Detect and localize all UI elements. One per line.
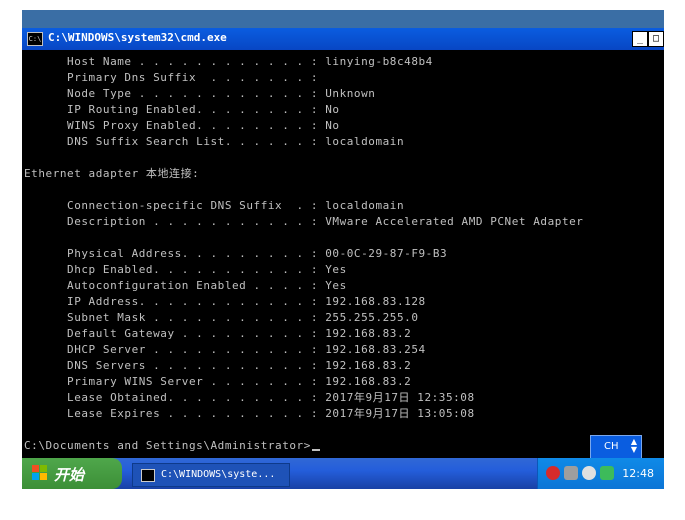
console-line: Physical Address. . . . . . . . . : 00-0… (24, 247, 448, 260)
text-cursor (311, 449, 320, 451)
security-icon[interactable] (546, 466, 560, 480)
window-title: C:\WINDOWS\system32\cmd.exe (48, 31, 227, 44)
console-line: Primary Dns Suffix . . . . . . . : (24, 71, 319, 84)
system-tray: 12:48 (537, 458, 664, 489)
language-label: CH (604, 441, 619, 452)
console-line: Primary WINS Server . . . . . . . : 192.… (24, 375, 412, 388)
console-output[interactable]: Host Name . . . . . . . . . . . . : liny… (22, 50, 664, 458)
command-prompt[interactable]: C:\Documents and Settings\Administrator> (24, 438, 320, 454)
console-line: IP Routing Enabled. . . . . . . . : No (24, 103, 340, 116)
taskbar-item-cmd[interactable]: C:\WINDOWS\syste... (132, 463, 290, 487)
cmd-window-titlebar[interactable]: C:\ C:\WINDOWS\system32\cmd.exe _ □ (22, 28, 664, 50)
screen: C:\ C:\WINDOWS\system32\cmd.exe _ □ Host… (0, 0, 685, 520)
taskbar-item-label: C:\WINDOWS\syste... (161, 469, 276, 480)
language-options-icon[interactable]: ▲ ▼ (631, 438, 637, 454)
vmware-icon[interactable] (564, 466, 578, 480)
console-line: Host Name . . . . . . . . . . . . : liny… (24, 55, 433, 68)
prompt-text: C:\Documents and Settings\Administrator> (24, 439, 311, 452)
console-line: DNS Servers . . . . . . . . . . . : 192.… (24, 359, 412, 372)
console-line: IP Address. . . . . . . . . . . . : 192.… (24, 295, 426, 308)
console-line: WINS Proxy Enabled. . . . . . . . : No (24, 119, 340, 132)
speaker-icon[interactable] (582, 466, 596, 480)
console-line: Node Type . . . . . . . . . . . . : Unkn… (24, 87, 376, 100)
start-label: 开始 (54, 466, 85, 484)
console-line: Description . . . . . . . . . . . : VMwa… (24, 215, 584, 228)
console-line: Default Gateway . . . . . . . . . : 192.… (24, 327, 412, 340)
maximize-button[interactable]: □ (648, 31, 664, 47)
taskbar: 开始 C:\WINDOWS\syste... 12:48 (22, 458, 664, 489)
console-line: Dhcp Enabled. . . . . . . . . . . : Yes (24, 263, 347, 276)
clock[interactable]: 12:48 (622, 467, 654, 480)
minimize-button[interactable]: _ (632, 31, 648, 47)
console-line: Lease Obtained. . . . . . . . . . : 2017… (24, 391, 475, 404)
console-line: Ethernet adapter 本地连接: (24, 167, 200, 180)
desktop-background (22, 10, 664, 28)
console-line: Subnet Mask . . . . . . . . . . . : 255.… (24, 311, 419, 324)
console-line: DHCP Server . . . . . . . . . . . : 192.… (24, 343, 426, 356)
windows-logo-icon (32, 465, 48, 481)
cmd-icon (141, 469, 155, 482)
network-icon[interactable] (600, 466, 614, 480)
console-line: Lease Expires . . . . . . . . . . : 2017… (24, 407, 475, 420)
console-line: Connection-specific DNS Suffix . : local… (24, 199, 405, 212)
language-bar[interactable]: CH ▲ ▼ (590, 435, 642, 459)
console-line: Autoconfiguration Enabled . . . . : Yes (24, 279, 347, 292)
cmd-icon[interactable]: C:\ (27, 32, 43, 46)
console-line: DNS Suffix Search List. . . . . . : loca… (24, 135, 405, 148)
start-button[interactable]: 开始 (22, 458, 122, 489)
